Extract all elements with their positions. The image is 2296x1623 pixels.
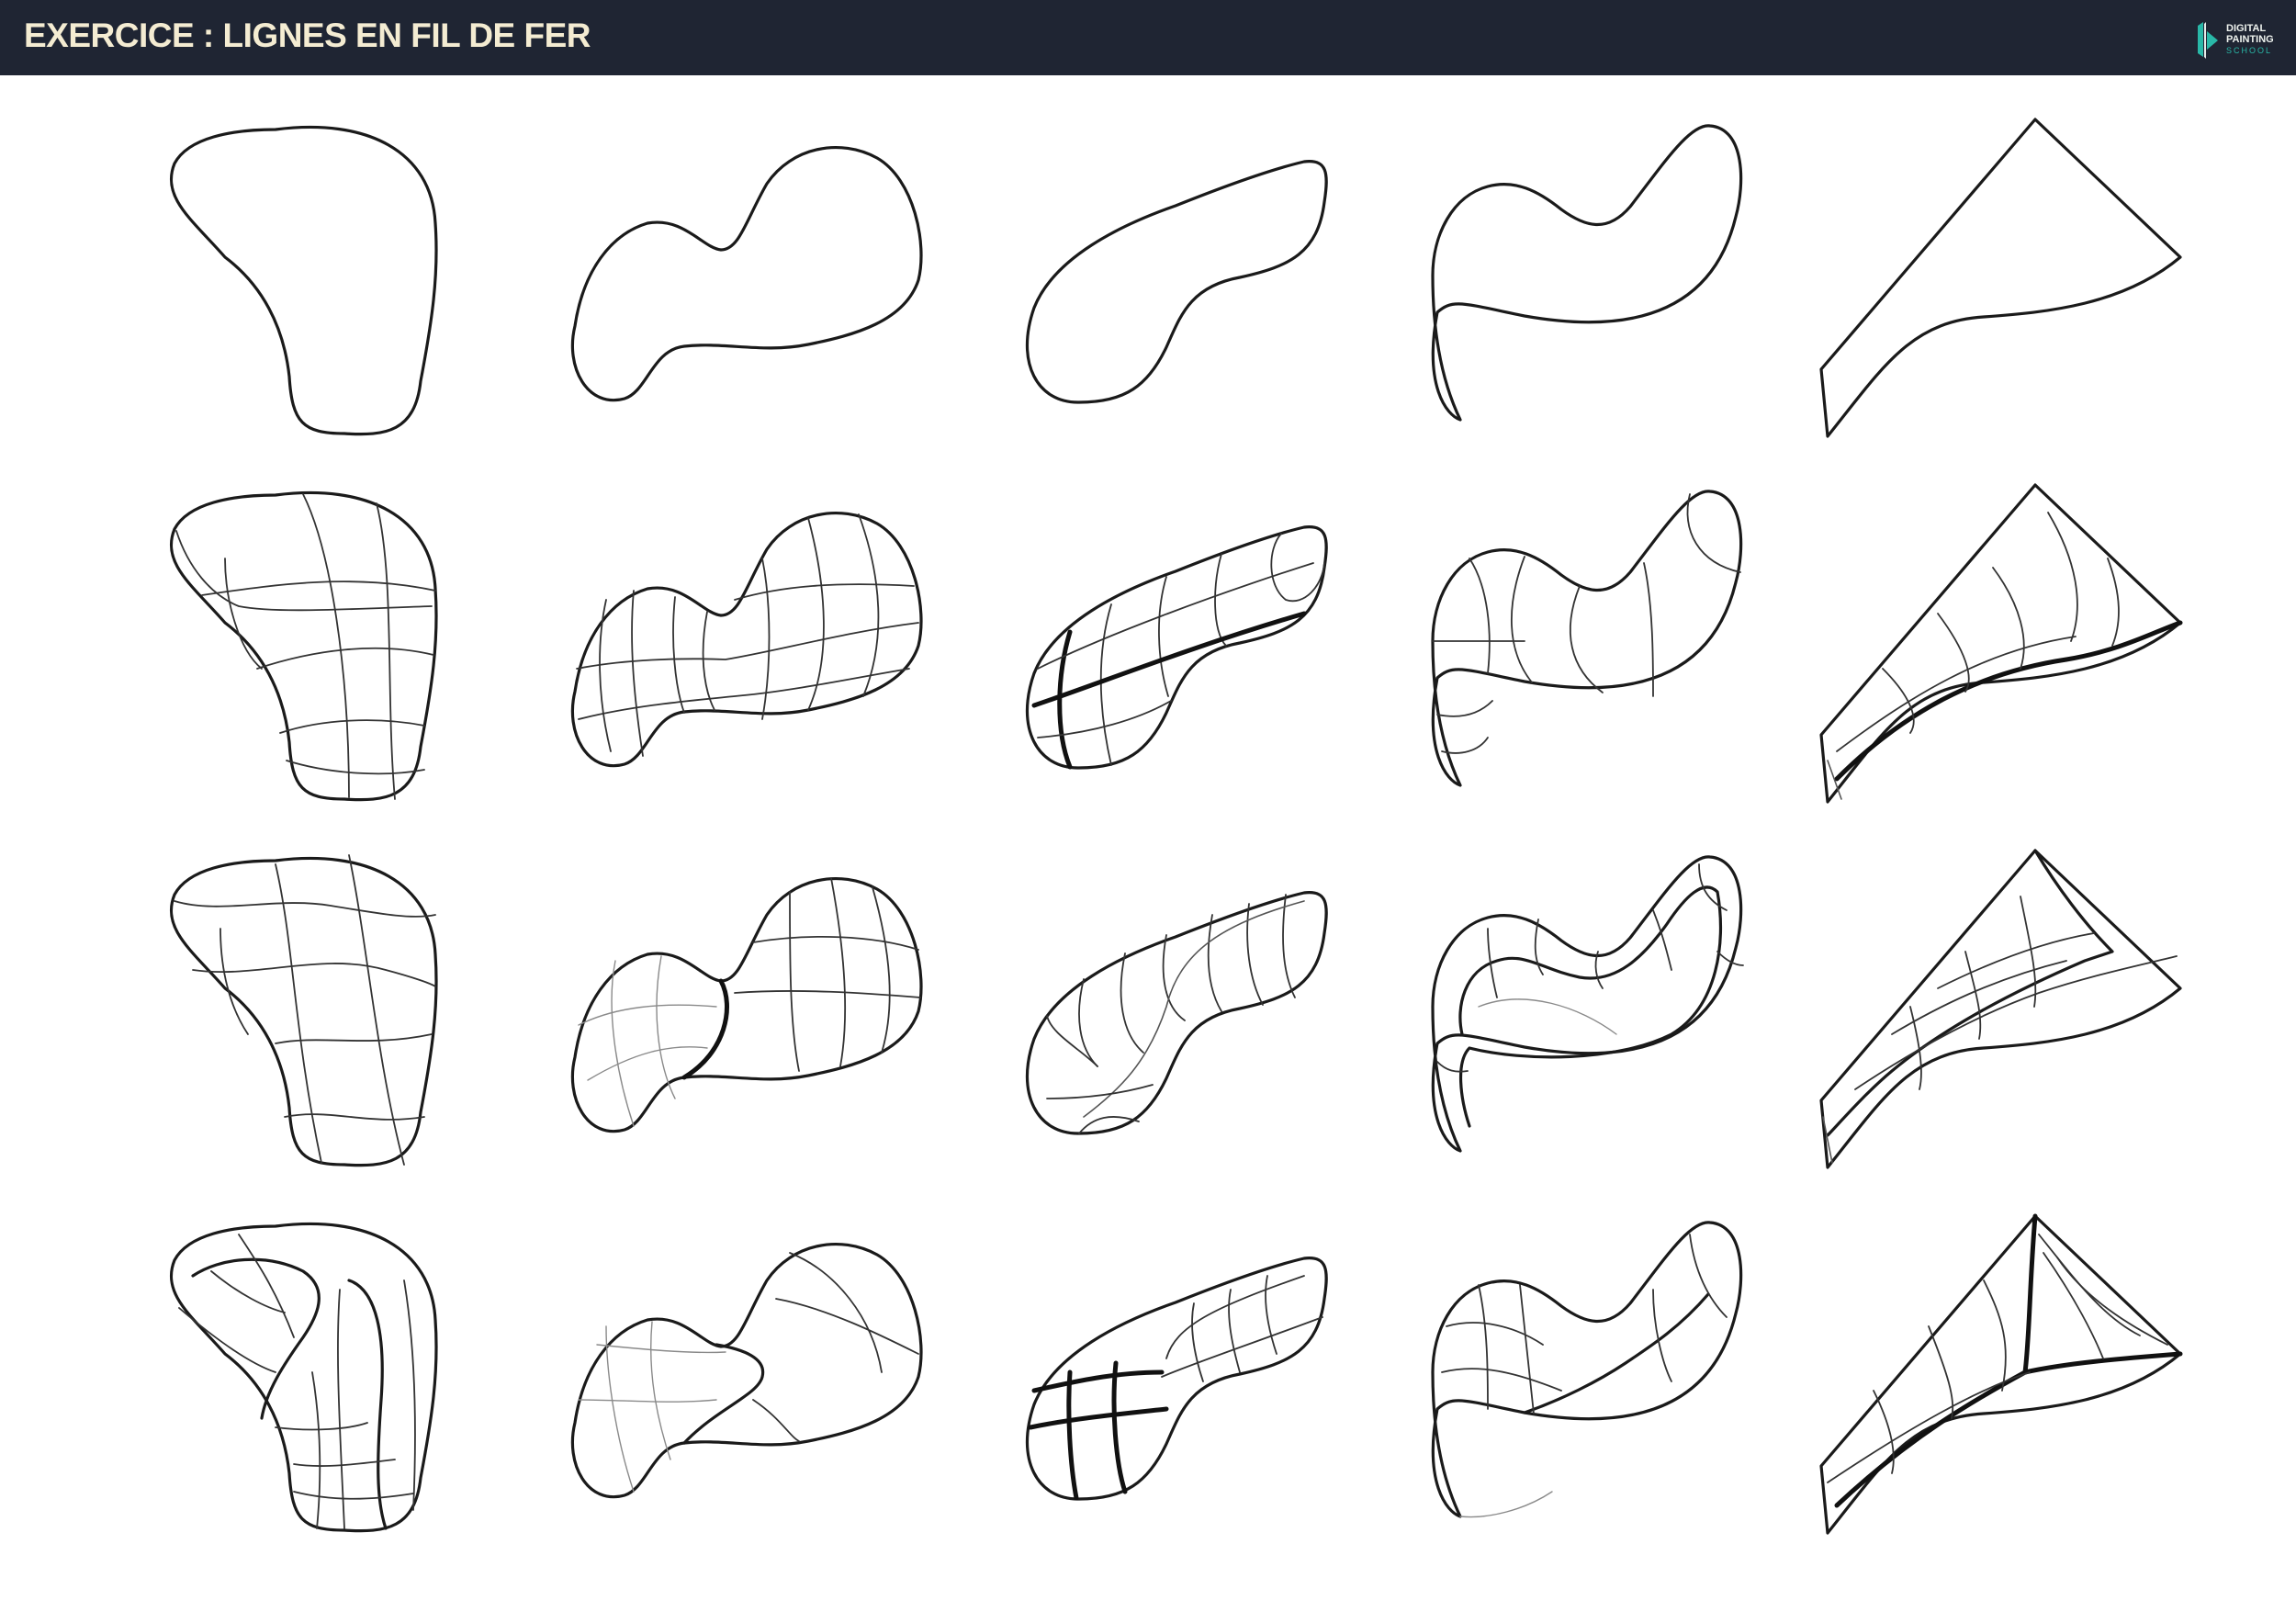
shape-2-outline	[570, 145, 923, 402]
shape-4-wireframe-c	[1431, 1221, 1743, 1518]
shape-3-wireframe	[1025, 525, 1328, 770]
shape-5-outline	[1819, 118, 2182, 438]
row-4-wireframes	[169, 1213, 2183, 1535]
shape-2-wireframe	[570, 511, 923, 768]
shape-4-wireframe	[1431, 490, 1743, 787]
row-1-outlines	[169, 118, 2182, 438]
shape-5-wireframe-b	[1819, 849, 2182, 1169]
shape-4-outline	[1431, 124, 1743, 422]
shape-3-wireframe-c	[1025, 1257, 1328, 1501]
shape-5-wireframe	[1819, 483, 2183, 804]
shape-3-wireframe-b	[1025, 891, 1328, 1135]
shape-2-wireframe-c	[570, 1242, 923, 1499]
logo-line-2: PAINTING	[2226, 34, 2274, 45]
shape-3-outline	[1025, 160, 1328, 404]
exercise-board	[169, 118, 2183, 1535]
shape-4-wireframe-b	[1431, 855, 1744, 1153]
shape-1-wireframe	[169, 490, 438, 802]
shape-1-outline	[169, 125, 438, 436]
shape-1-wireframe-b	[169, 854, 438, 1167]
shape-2-wireframe-b	[570, 876, 923, 1133]
page-title: EXERCICE : LIGNES EN FIL DE FER	[24, 17, 591, 54]
header-bar: EXERCICE : LIGNES EN FIL DE FER DIGITAL …	[0, 0, 2296, 75]
logo-line-1: DIGITAL	[2226, 23, 2267, 34]
shape-1-wireframe-c	[169, 1222, 438, 1533]
logo-text: DIGITAL PAINTING SCHOOL	[2226, 23, 2274, 56]
row-2-wireframes	[169, 483, 2183, 804]
logo-icon	[2198, 22, 2218, 59]
logo-line-3: SCHOOL	[2226, 46, 2273, 55]
row-3-wireframes	[169, 849, 2182, 1169]
shape-5-wireframe-c	[1819, 1213, 2183, 1535]
digital-painting-school-logo: DIGITAL PAINTING SCHOOL	[2193, 20, 2285, 61]
